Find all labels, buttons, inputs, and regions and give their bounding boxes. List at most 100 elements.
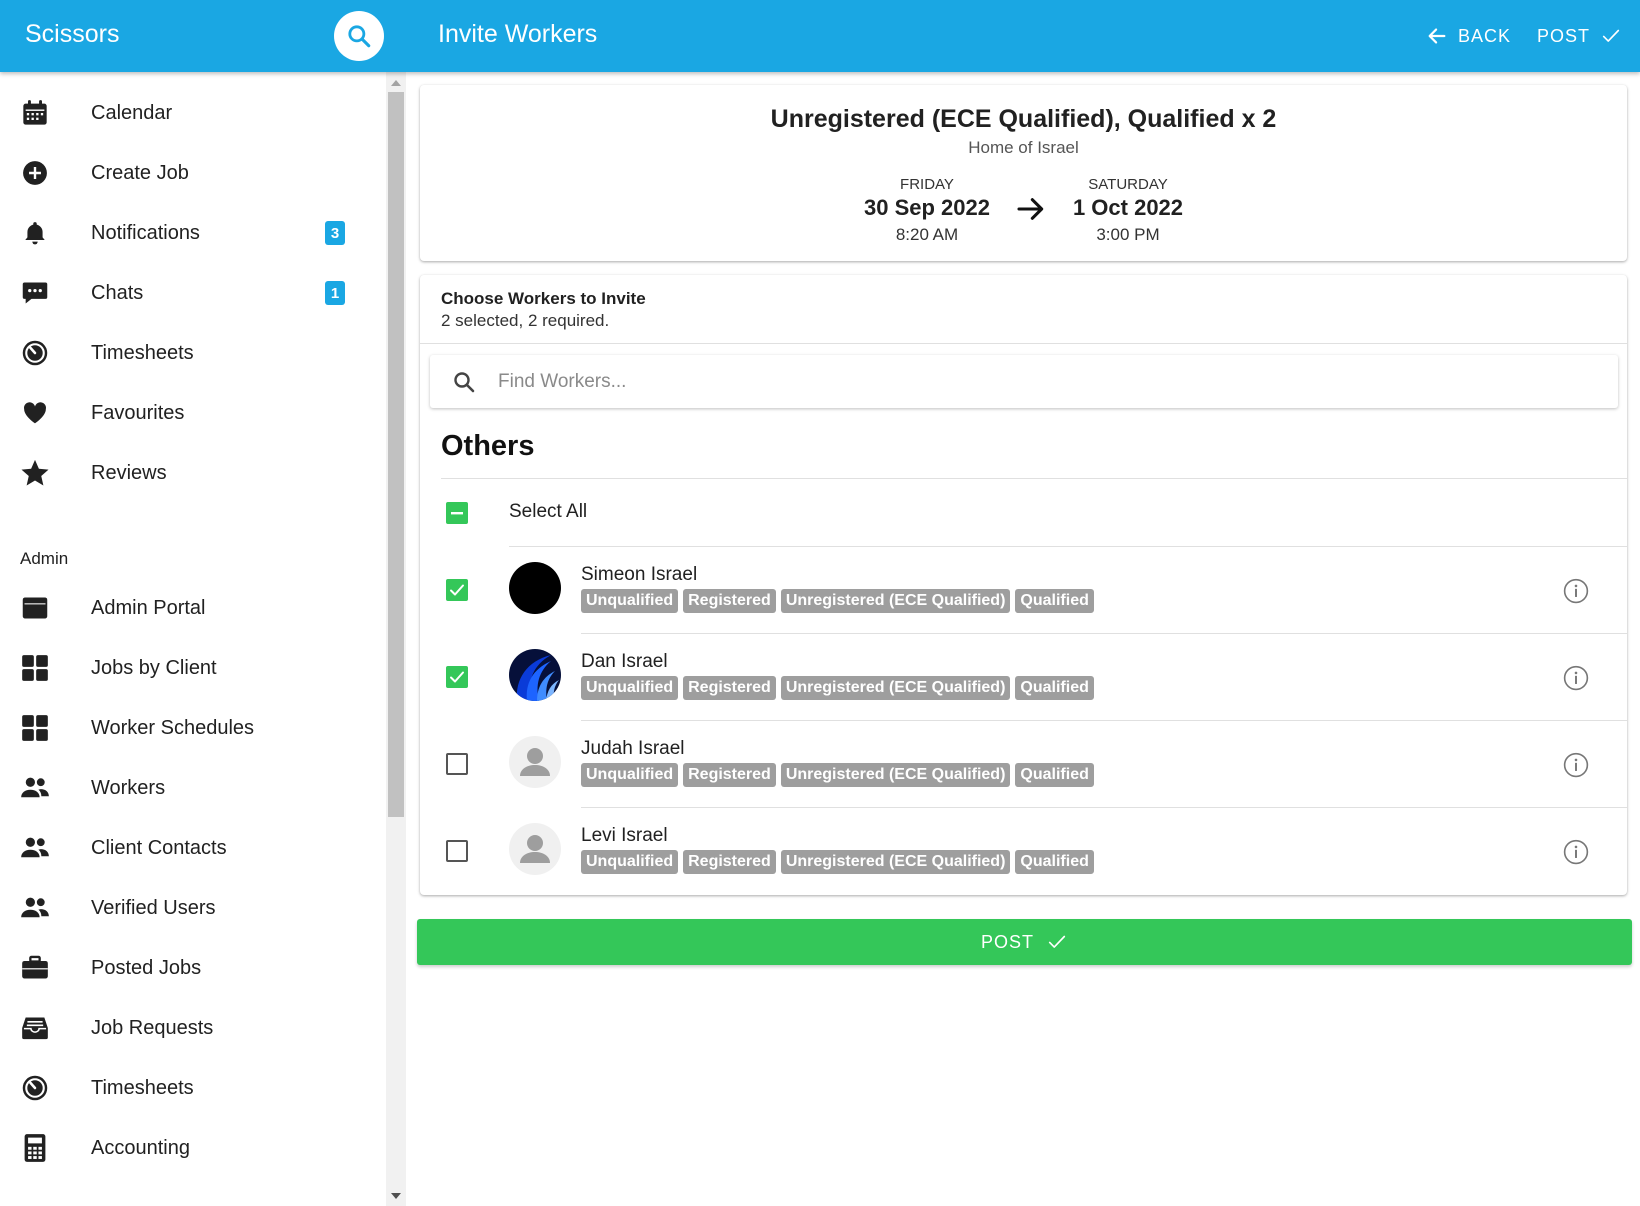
tag: Qualified <box>1015 850 1094 874</box>
sidebar-item-accounting[interactable]: Accounting <box>0 1118 386 1178</box>
bell-icon <box>20 218 50 248</box>
sidebar-item-admin-timesheets[interactable]: Timesheets <box>0 1058 386 1118</box>
inbox-icon <box>20 1013 50 1043</box>
worker-checkbox[interactable] <box>446 840 468 862</box>
job-summary-card: Unregistered (ECE Qualified), Qualified … <box>420 85 1627 261</box>
sidebar-item-verified-users[interactable]: Verified Users <box>0 878 386 938</box>
worker-row[interactable]: Judah Israel Unqualified Registered Unre… <box>420 721 1627 808</box>
search-icon <box>452 370 476 399</box>
worker-row[interactable]: Simeon Israel Unqualified Registered Unr… <box>420 547 1627 634</box>
people-icon <box>20 833 50 863</box>
sidebar-item-notifications[interactable]: Notifications 3 <box>0 203 386 263</box>
tag: Unregistered (ECE Qualified) <box>780 589 1011 613</box>
divider <box>420 343 1627 344</box>
briefcase-icon <box>20 953 50 983</box>
app-bar: Scissors Invite Workers BACK POST <box>0 0 1640 72</box>
job-location: Home of Israel <box>968 138 1079 157</box>
choose-workers-title: Choose Workers to Invite <box>441 289 646 308</box>
minus-icon <box>451 512 463 515</box>
grid-icon <box>20 713 50 743</box>
sidebar-item-workers[interactable]: Workers <box>0 758 386 818</box>
tag: Unregistered (ECE Qualified) <box>780 850 1011 874</box>
info-icon[interactable] <box>1563 578 1589 609</box>
tag: Registered <box>683 763 776 787</box>
worker-tags: Unqualified Registered Unregistered (ECE… <box>581 676 1094 700</box>
sidebar-item-create-job[interactable]: Create Job <box>0 143 386 203</box>
sidebar-item-chats[interactable]: Chats 1 <box>0 263 386 323</box>
sidebar-scrollbar-thumb[interactable] <box>388 92 404 817</box>
sidebar-item-posted-jobs[interactable]: Posted Jobs <box>0 938 386 998</box>
worker-checkbox[interactable] <box>446 579 468 601</box>
tag: Qualified <box>1015 763 1094 787</box>
chats-count-badge: 1 <box>325 281 345 305</box>
search-icon <box>348 25 371 48</box>
add-circle-icon <box>20 158 50 188</box>
sidebar-item-timesheets[interactable]: Timesheets <box>0 323 386 383</box>
page-title: Invite Workers <box>438 20 598 48</box>
star-icon <box>20 458 50 488</box>
post-header-button[interactable]: POST <box>1537 25 1622 47</box>
avatar <box>509 562 561 614</box>
sidebar-item-label: Workers <box>91 776 166 799</box>
find-workers-input[interactable] <box>498 365 1578 398</box>
check-icon <box>1048 935 1066 948</box>
select-all-checkbox[interactable] <box>446 502 468 524</box>
grid-icon <box>20 653 50 683</box>
info-icon[interactable] <box>1563 665 1589 696</box>
tag: Unqualified <box>581 589 679 613</box>
back-button[interactable]: BACK <box>1426 25 1511 47</box>
post-button[interactable]: POST <box>417 919 1632 965</box>
sidebar-item-worker-schedules[interactable]: Worker Schedules <box>0 698 386 758</box>
timer-icon <box>20 1073 50 1103</box>
global-search-button[interactable] <box>334 11 384 61</box>
tag: Registered <box>683 589 776 613</box>
start-time: 8:20 AM <box>895 225 959 244</box>
calculator-icon <box>20 1133 50 1163</box>
info-icon[interactable] <box>1563 752 1589 783</box>
sidebar-item-label: Posted Jobs <box>91 956 202 979</box>
worker-row[interactable]: Levi Israel Unqualified Registered Unreg… <box>420 808 1627 895</box>
scroll-up-arrow-icon[interactable] <box>391 80 401 86</box>
end-time: 3:00 PM <box>1096 225 1160 244</box>
tag: Qualified <box>1015 676 1094 700</box>
sidebar-item-label: Chats <box>91 281 144 304</box>
scroll-down-arrow-icon[interactable] <box>391 1193 401 1199</box>
chat-icon <box>20 278 50 308</box>
sidebar-nav: Calendar Create Job Notifications 3 Chat… <box>0 72 386 1206</box>
section-title-others: Others <box>441 430 535 462</box>
start-day: FRIDAY <box>900 176 954 193</box>
tag: Unqualified <box>581 676 679 700</box>
avatar <box>509 649 561 701</box>
sidebar-item-label: Notifications <box>91 221 200 244</box>
people-icon <box>20 773 50 803</box>
sidebar-item-favourites[interactable]: Favourites <box>0 383 386 443</box>
browser-window-icon <box>20 593 50 623</box>
sidebar-item-client-contacts[interactable]: Client Contacts <box>0 818 386 878</box>
job-start-date: FRIDAY 30 Sep 2022 8:20 AM <box>827 176 1027 245</box>
sidebar-item-job-requests[interactable]: Job Requests <box>0 998 386 1058</box>
select-all-label: Select All <box>509 501 588 522</box>
sidebar-item-calendar[interactable]: Calendar <box>0 83 386 143</box>
back-button-label: BACK <box>1457 25 1511 46</box>
info-icon[interactable] <box>1563 839 1589 870</box>
check-icon <box>1602 29 1620 42</box>
default-person-avatar <box>509 736 561 788</box>
worker-checkbox[interactable] <box>446 666 468 688</box>
start-date: 30 Sep 2022 <box>864 195 990 220</box>
calendar-icon <box>20 98 50 128</box>
worker-name: Dan Israel <box>581 651 668 672</box>
sidebar-item-label: Worker Schedules <box>91 716 255 739</box>
worker-name: Judah Israel <box>581 738 685 759</box>
notifications-count-badge: 3 <box>325 221 345 245</box>
tag: Registered <box>683 676 776 700</box>
sidebar-item-label: Favourites <box>91 401 185 424</box>
sidebar-item-jobs-by-client[interactable]: Jobs by Client <box>0 638 386 698</box>
tag: Qualified <box>1015 589 1094 613</box>
worker-checkbox[interactable] <box>446 753 468 775</box>
worker-row[interactable]: Dan Israel Unqualified Registered Unregi… <box>420 634 1627 721</box>
default-person-avatar <box>509 823 561 875</box>
sidebar-item-reviews[interactable]: Reviews <box>0 443 386 503</box>
app-brand: Scissors <box>25 20 120 48</box>
job-title: Unregistered (ECE Qualified), Qualified … <box>770 105 1277 133</box>
sidebar-item-admin-portal[interactable]: Admin Portal <box>0 578 386 638</box>
